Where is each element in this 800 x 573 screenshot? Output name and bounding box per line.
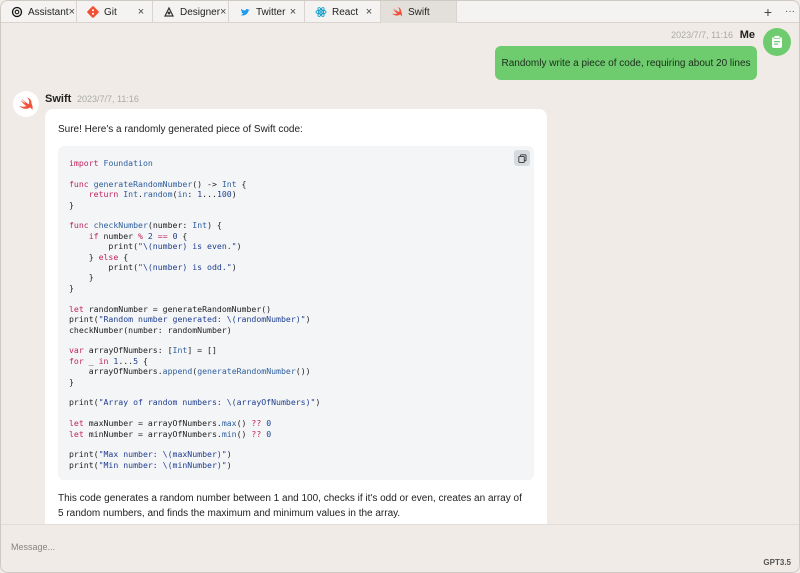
message-composer: GPT3.5 (1, 524, 799, 572)
close-icon[interactable]: × (134, 6, 148, 18)
tab-assistant[interactable]: Assistant × (1, 1, 77, 23)
new-tab-button[interactable]: + (757, 1, 779, 22)
copy-code-button[interactable] (514, 150, 530, 166)
tab-label: Twitter (256, 6, 286, 18)
app-window: Assistant × Git × Designer × Twitter × R… (0, 0, 800, 573)
tab-label: Swift (408, 6, 430, 18)
tab-label: React (332, 6, 359, 18)
tab-label: Designer (180, 6, 221, 18)
user-avatar-icon (772, 35, 782, 48)
assistant-summary-text: This code generates a random number betw… (58, 493, 522, 519)
user-message-bubble: Randomly write a piece of code, requirin… (495, 46, 757, 80)
message-input[interactable] (11, 539, 711, 555)
openai-icon (11, 6, 23, 18)
swift-icon (391, 6, 403, 18)
twitter-icon (239, 6, 251, 18)
more-options-button[interactable]: ··· (779, 1, 799, 22)
user-name: Me (739, 29, 755, 41)
close-icon[interactable]: × (286, 6, 300, 18)
tab-swift[interactable]: Swift (381, 1, 457, 23)
assistant-intro-text: Sure! Here's a randomly generated piece … (58, 124, 303, 135)
assistant-avatar (13, 91, 39, 117)
tab-label: Assistant (28, 6, 69, 18)
react-icon (315, 6, 327, 18)
close-icon[interactable]: × (220, 6, 226, 18)
tab-bar: Assistant × Git × Designer × Twitter × R… (1, 1, 799, 23)
close-icon[interactable]: × (69, 6, 75, 18)
user-avatar (763, 28, 791, 56)
model-selector[interactable]: GPT3.5 (763, 558, 791, 567)
assistant-message-time: 2023/7/7, 11:16 (77, 94, 139, 104)
tab-twitter[interactable]: Twitter × (229, 1, 305, 23)
git-icon (87, 6, 99, 18)
swift-icon (19, 97, 33, 110)
close-icon[interactable]: × (362, 6, 376, 18)
swift-code: import Foundation func generateRandomNum… (69, 158, 321, 470)
assistant-name: Swift (45, 93, 72, 105)
designer-icon (163, 6, 175, 18)
tab-git[interactable]: Git × (77, 1, 153, 23)
tab-designer[interactable]: Designer × (153, 1, 229, 23)
code-block: import Foundation func generateRandomNum… (58, 146, 534, 480)
user-message-time: 2023/7/7, 11:16 (671, 30, 733, 40)
tab-label: Git (104, 6, 117, 18)
assistant-message-bubble: Sure! Here's a randomly generated piece … (45, 109, 547, 525)
copy-icon (517, 153, 526, 163)
tab-react[interactable]: React × (305, 1, 381, 23)
